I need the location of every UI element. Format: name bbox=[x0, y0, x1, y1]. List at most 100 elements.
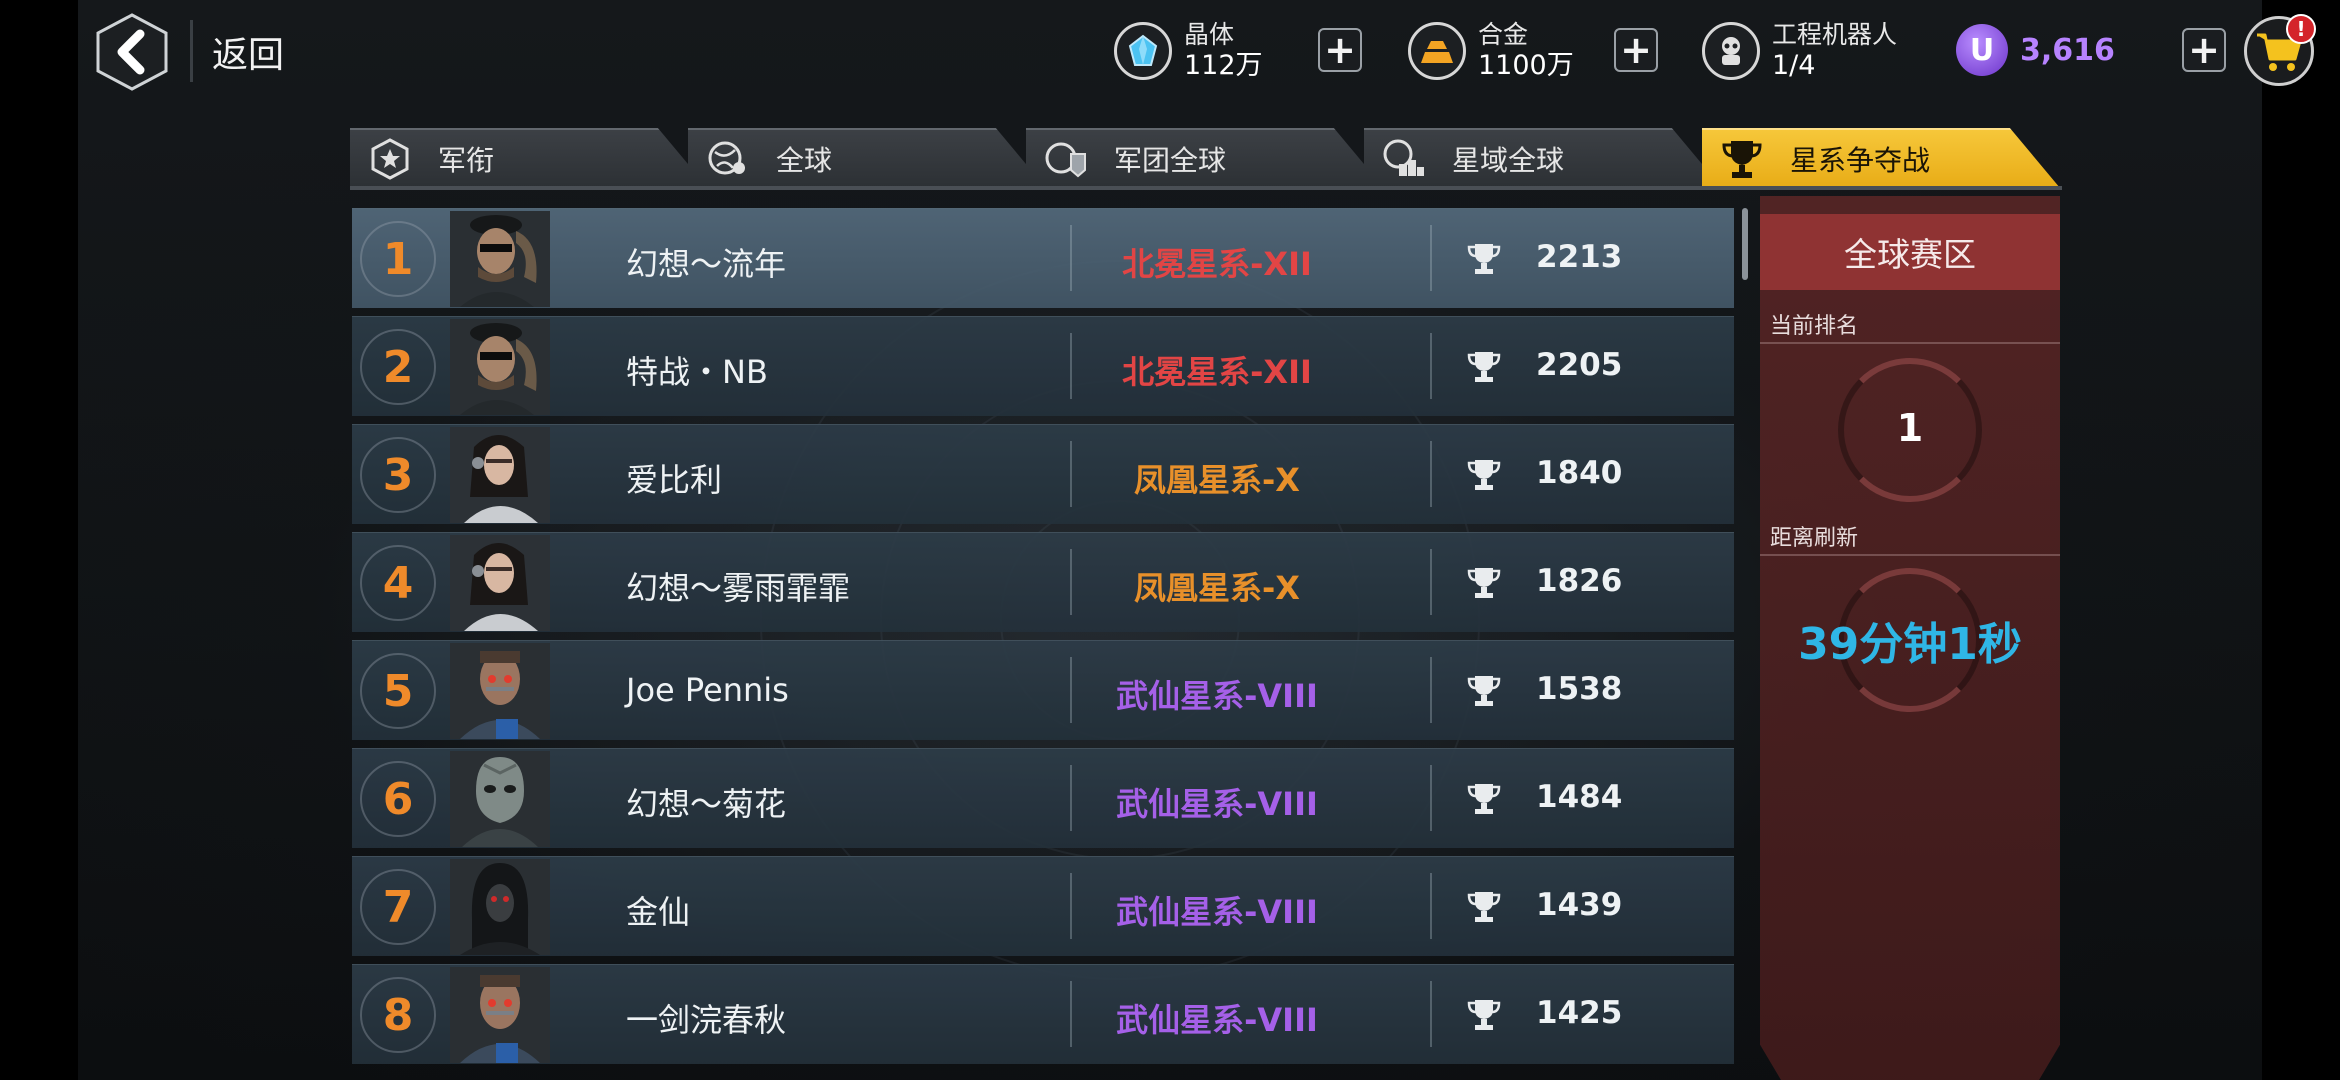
trophy-icon bbox=[1466, 997, 1502, 1033]
trophy-icon bbox=[1466, 241, 1502, 277]
leaderboard-row[interactable]: 1 幻想～流年 北冕星系-XII 2213 bbox=[352, 208, 1734, 308]
tab-military-rank[interactable]: 军衔 bbox=[350, 128, 708, 188]
trophy-score: 2205 bbox=[1536, 347, 1623, 383]
rank-number: 3 bbox=[382, 449, 414, 501]
player-avatar-officer[interactable] bbox=[450, 319, 550, 415]
rank-badge-icon bbox=[368, 137, 412, 181]
trophy-score: 1439 bbox=[1536, 887, 1623, 923]
robot-icon bbox=[1702, 22, 1760, 80]
leaderboard-row[interactable]: 7 金仙 武仙星系-VIII 1439 bbox=[352, 856, 1734, 956]
galaxy-name: 凤凰星系-X bbox=[1134, 569, 1300, 607]
resource-name: 晶体 bbox=[1184, 20, 1235, 50]
divider bbox=[1430, 657, 1432, 723]
rank-badge: 1 bbox=[360, 221, 436, 297]
right-letterbox bbox=[2262, 0, 2340, 1080]
leaderboard-row[interactable]: 2 特战・NB 北冕星系-XII 2205 bbox=[352, 316, 1734, 416]
current-rank-value: 1 bbox=[1896, 406, 1924, 450]
divider bbox=[1430, 333, 1432, 399]
galaxy-name: 武仙星系-VIII bbox=[1116, 677, 1318, 715]
leaderboard-row[interactable]: 6 幻想～菊花 武仙星系-VIII 1484 bbox=[352, 748, 1734, 848]
add-crystal-button[interactable]: + bbox=[1318, 28, 1362, 72]
list-scrollbar[interactable] bbox=[1742, 208, 1748, 280]
player-name: 特战・NB bbox=[626, 353, 768, 391]
legion-globe-icon bbox=[1044, 137, 1088, 181]
rank-number: 6 bbox=[382, 773, 414, 825]
trophy-icon bbox=[1466, 565, 1502, 601]
rank-number: 8 bbox=[382, 989, 414, 1041]
player-name: 爱比利 bbox=[626, 461, 723, 499]
tab-label: 全球 bbox=[776, 144, 833, 177]
rank-badge: 3 bbox=[360, 437, 436, 513]
player-name: 幻想～菊花 bbox=[626, 785, 787, 823]
rank-number: 7 bbox=[382, 881, 414, 933]
resource-alloy: 合金 1100万 bbox=[1408, 14, 1574, 88]
rank-badge: 8 bbox=[360, 977, 436, 1053]
rank-number: 4 bbox=[382, 557, 414, 609]
current-rank-label: 当前排名 bbox=[1770, 314, 1859, 339]
back-arrow-icon bbox=[96, 13, 168, 91]
global-region-panel: 全球赛区 当前排名 1 距离刷新 39分钟1秒 bbox=[1760, 196, 2060, 1080]
player-avatar-cyborg[interactable] bbox=[450, 643, 550, 739]
currency-value: 3,616 bbox=[2020, 32, 2115, 68]
rank-number: 5 bbox=[382, 665, 414, 717]
rank-number: 1 bbox=[382, 233, 414, 285]
galaxy-name: 北冕星系-XII bbox=[1122, 353, 1312, 391]
leaderboard-row[interactable]: 5 Joe Pennis 武仙星系-VIII 1538 bbox=[352, 640, 1734, 740]
panel-title: 全球赛区 bbox=[1760, 214, 2060, 290]
player-avatar-woman[interactable] bbox=[450, 535, 550, 631]
player-avatar-officer[interactable] bbox=[450, 211, 550, 307]
tab-global[interactable]: 全球 bbox=[688, 128, 1046, 188]
currency-u: U 3,616 bbox=[1956, 24, 2115, 76]
player-avatar-cyborg[interactable] bbox=[450, 967, 550, 1063]
u-coin-icon: U bbox=[1956, 24, 2008, 76]
tab-legion-global[interactable]: 军团全球 bbox=[1026, 128, 1384, 188]
divider bbox=[190, 20, 193, 82]
trophy-icon bbox=[1466, 781, 1502, 817]
trophy-icon bbox=[1466, 349, 1502, 385]
galaxy-name: 武仙星系-VIII bbox=[1116, 785, 1318, 823]
notification-badge: ! bbox=[2286, 14, 2316, 44]
alloy-icon bbox=[1408, 22, 1466, 80]
add-alloy-button[interactable]: + bbox=[1614, 28, 1658, 72]
player-avatar-hooded[interactable] bbox=[450, 859, 550, 955]
divider bbox=[1760, 342, 2060, 344]
add-currency-button[interactable]: + bbox=[2182, 28, 2226, 72]
galaxy-name: 武仙星系-VIII bbox=[1116, 1001, 1318, 1039]
rank-badge: 2 bbox=[360, 329, 436, 405]
leaderboard-row[interactable]: 8 一剑浣春秋 武仙星系-VIII 1425 bbox=[352, 964, 1734, 1064]
leaderboard-row[interactable]: 4 幻想～雾雨霏霏 凤凰星系-X 1826 bbox=[352, 532, 1734, 632]
tab-underline bbox=[350, 186, 2062, 190]
leaderboard-row[interactable]: 3 爱比利 凤凰星系-X 1840 bbox=[352, 424, 1734, 524]
trophy-score: 2213 bbox=[1536, 239, 1623, 275]
trophy-score: 1425 bbox=[1536, 995, 1623, 1031]
back-button[interactable] bbox=[94, 12, 170, 92]
player-name: 幻想～雾雨霏霏 bbox=[626, 569, 851, 607]
player-name: Joe Pennis bbox=[626, 671, 789, 709]
galaxy-name: 北冕星系-XII bbox=[1122, 245, 1312, 283]
trophy-score: 1538 bbox=[1536, 671, 1623, 707]
trophy-icon bbox=[1466, 457, 1502, 493]
divider bbox=[1430, 441, 1432, 507]
trophy-icon bbox=[1720, 137, 1764, 181]
tab-label: 星域全球 bbox=[1452, 144, 1565, 177]
tab-star-domain-global[interactable]: 星域全球 bbox=[1364, 128, 1722, 188]
divider bbox=[1430, 549, 1432, 615]
player-name: 一剑浣春秋 bbox=[626, 1001, 787, 1039]
leaderboard-list[interactable]: 1 幻想～流年 北冕星系-XII 2213 2 特战・NB 北冕星系-XII 2… bbox=[352, 208, 1734, 1080]
globe-icon bbox=[706, 137, 750, 181]
trophy-icon bbox=[1466, 889, 1502, 925]
player-avatar-woman[interactable] bbox=[450, 427, 550, 523]
divider bbox=[1430, 981, 1432, 1047]
tab-label: 军衔 bbox=[438, 144, 495, 177]
divider bbox=[1430, 225, 1432, 291]
rank-badge: 7 bbox=[360, 869, 436, 945]
tab-galaxy-battle[interactable]: 星系争夺战 bbox=[1702, 128, 2060, 188]
tab-label: 军团全球 bbox=[1114, 144, 1227, 177]
rank-badge: 4 bbox=[360, 545, 436, 621]
trophy-score: 1840 bbox=[1536, 455, 1623, 491]
podium-icon bbox=[1382, 137, 1426, 181]
player-avatar-alien[interactable] bbox=[450, 751, 550, 847]
resource-crystal: 晶体 112万 bbox=[1114, 14, 1263, 88]
back-label[interactable]: 返回 bbox=[212, 26, 284, 78]
galaxy-name: 武仙星系-VIII bbox=[1116, 893, 1318, 931]
